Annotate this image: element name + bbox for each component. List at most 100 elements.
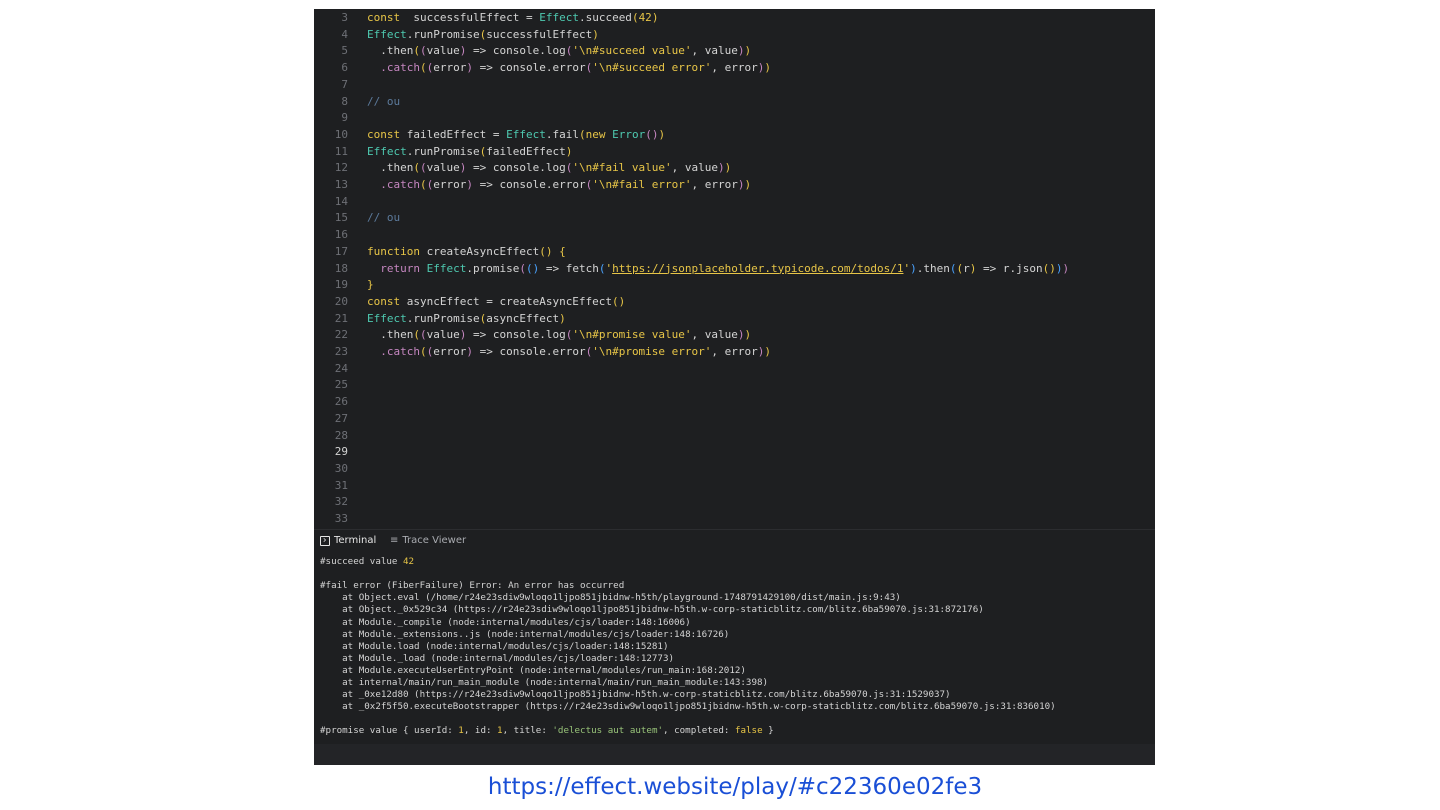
terminal-line: at Module.executeUserEntryPoint (node:in… — [320, 664, 746, 676]
line-number: 10 — [334, 127, 348, 141]
line-number: 11 — [334, 144, 348, 158]
code-text: .then((value) => console.log('\n#succeed… — [367, 44, 752, 58]
code-text: const failedEffect = Effect.fail(new Err… — [367, 127, 666, 141]
terminal-line: at _0x2f5f50.executeBootstrapper (https:… — [320, 701, 1056, 713]
code-line: 30 — [314, 460, 1155, 477]
code-line: 24 — [314, 360, 1155, 377]
code-text: Effect.runPromise(failedEffect) — [367, 144, 573, 158]
line-number: 15 — [334, 211, 348, 225]
line-number: 22 — [334, 328, 348, 342]
code-line: 25 — [314, 376, 1155, 393]
terminal-line: at Object.eval (/home/r24e23sdiw9wloqo1l… — [320, 592, 901, 604]
code-text: .then((value) => console.log('\n#fail va… — [367, 161, 732, 175]
line-number: 7 — [341, 77, 348, 91]
code-line: 7 — [314, 76, 1155, 93]
code-line: 17 function createAsyncEffect() { — [314, 243, 1155, 260]
line-number: 17 — [334, 244, 348, 258]
code-editor[interactable]: 3 const successfulEffect = Effect.succeed… — [314, 9, 1155, 529]
tab-terminal[interactable]: Terminal — [320, 533, 377, 552]
line-number: 14 — [334, 194, 348, 208]
code-line: 4 Effect.runPromise(successfulEffect) — [314, 26, 1155, 43]
code-text: const successfulEffect = Effect.succeed(… — [367, 11, 659, 24]
line-number: 27 — [334, 411, 348, 425]
terminal-line: at Module.load (node:internal/modules/cj… — [320, 640, 669, 652]
code-line: 23 .catch((error) => console.error('\n#p… — [314, 343, 1155, 360]
code-line: 3 const successfulEffect = Effect.succeed… — [314, 9, 1155, 26]
terminal-line: at Module._extensions..js (node:internal… — [320, 628, 730, 640]
code-text: .catch((error) => console.error('\n#fail… — [367, 178, 752, 191]
code-line: 13 .catch((error) => console.error('\n#f… — [314, 176, 1155, 193]
code-text: Effect.runPromise(asyncEffect) — [367, 311, 566, 325]
terminal-line: at Module._load (node:internal/modules/c… — [320, 652, 675, 664]
playground-window: 3 const successfulEffect = Effect.succeed… — [314, 9, 1155, 765]
line-number: 19 — [334, 278, 348, 292]
line-number: 8 — [341, 94, 348, 108]
terminal-line: at Module._compile (node:internal/module… — [320, 616, 691, 628]
line-number: 26 — [334, 395, 348, 409]
code-line: 33 — [314, 510, 1155, 527]
code-text: .catch((error) => console.error('\n#succ… — [367, 61, 772, 75]
terminal-line: at Object._0x529c34 (https://r24e23sdiw9… — [320, 604, 984, 616]
code-line: 32 — [314, 493, 1155, 510]
code-line: 29 — [314, 443, 1155, 460]
line-number: 23 — [334, 345, 348, 358]
terminal-line: #fail error (FiberFailure) Error: An err… — [320, 580, 625, 592]
line-number: 6 — [341, 61, 348, 75]
line-number: 32 — [334, 495, 348, 509]
code-line: 31 — [314, 477, 1155, 494]
line-number: 28 — [334, 428, 348, 442]
terminal-line: #promise value { userId: 1, id: 1, title… — [320, 725, 774, 737]
tab-trace-viewer-label: Trace Viewer — [402, 535, 467, 546]
code-line: 10 const failedEffect = Effect.fail(new E… — [314, 126, 1155, 143]
line-number: 33 — [334, 512, 348, 525]
code-line: 8 // ou — [314, 93, 1155, 110]
line-number: 9 — [341, 111, 348, 125]
terminal-output[interactable]: #succeed value 42 #fail error (FiberFailu… — [314, 550, 1155, 765]
playground-link[interactable]: https://effect.website/play/#c22360e02fe… — [488, 774, 982, 800]
terminal-line: at internal/main/run_main_module (node:i… — [320, 677, 769, 688]
panel-tab-bar: Terminal ≡ Trace Viewer — [314, 529, 1155, 552]
code-line: 5 .then((value) => console.log('\n#succe… — [314, 42, 1155, 59]
terminal-line: #succeed value 42 — [320, 556, 415, 567]
line-number: 24 — [334, 361, 348, 375]
code-text: function createAsyncEffect() { — [367, 244, 566, 258]
code-line: 27 — [314, 410, 1155, 427]
terminal-input-row[interactable] — [314, 744, 1155, 765]
terminal-line: at _0xe12d80 (https://r24e23sdiw9wloqo1l… — [320, 689, 951, 701]
line-number: 4 — [341, 27, 348, 41]
code-line: 22 .then((value) => console.log('\n#prom… — [314, 326, 1155, 343]
code-line: 14 — [314, 193, 1155, 210]
code-line: 28 — [314, 427, 1155, 444]
line-number: 29 — [334, 445, 348, 459]
terminal-icon — [320, 536, 330, 546]
tab-trace-viewer[interactable]: ≡ Trace Viewer — [390, 533, 466, 549]
code-text: Effect.runPromise(successfulEffect) — [367, 27, 599, 41]
line-number: 12 — [334, 161, 348, 175]
code-line: 16 — [314, 226, 1155, 243]
code-line: 19} — [314, 276, 1155, 293]
code-line: 18 return Effect.promise(() => fetch('ht… — [314, 260, 1155, 277]
code-line: 15 // ou — [314, 209, 1155, 226]
line-number: 20 — [334, 294, 348, 308]
code-line: 9 — [314, 109, 1155, 126]
line-number: 21 — [334, 311, 348, 325]
code-line: 11 Effect.runPromise(failedEffect) — [314, 143, 1155, 160]
code-line: 12 .then((value) => console.log('\n#fail… — [314, 159, 1155, 176]
code-text: // ou — [367, 94, 401, 108]
line-number: 18 — [334, 261, 348, 275]
code-line: 6 .catch((error) => console.error('\n#su… — [314, 59, 1155, 76]
trace-icon: ≡ — [390, 535, 399, 546]
code-text: .catch((error) => console.error('\n#prom… — [367, 345, 772, 358]
code-text: const asyncEffect = createAsyncEffect() — [367, 294, 626, 308]
line-number: 3 — [341, 11, 348, 24]
code-text: } — [367, 278, 374, 292]
code-text: .then((value) => console.log('\n#promise… — [367, 328, 752, 342]
line-number: 25 — [334, 378, 348, 392]
line-number: 5 — [341, 44, 348, 58]
code-line: 21 Effect.runPromise(asyncEffect) — [314, 310, 1155, 327]
line-number: 16 — [334, 228, 348, 242]
code-text: return Effect.promise(() => fetch('https… — [367, 261, 1070, 275]
code-text: // ou — [367, 211, 401, 225]
tab-terminal-label: Terminal — [334, 535, 377, 546]
line-number: 31 — [334, 478, 348, 492]
